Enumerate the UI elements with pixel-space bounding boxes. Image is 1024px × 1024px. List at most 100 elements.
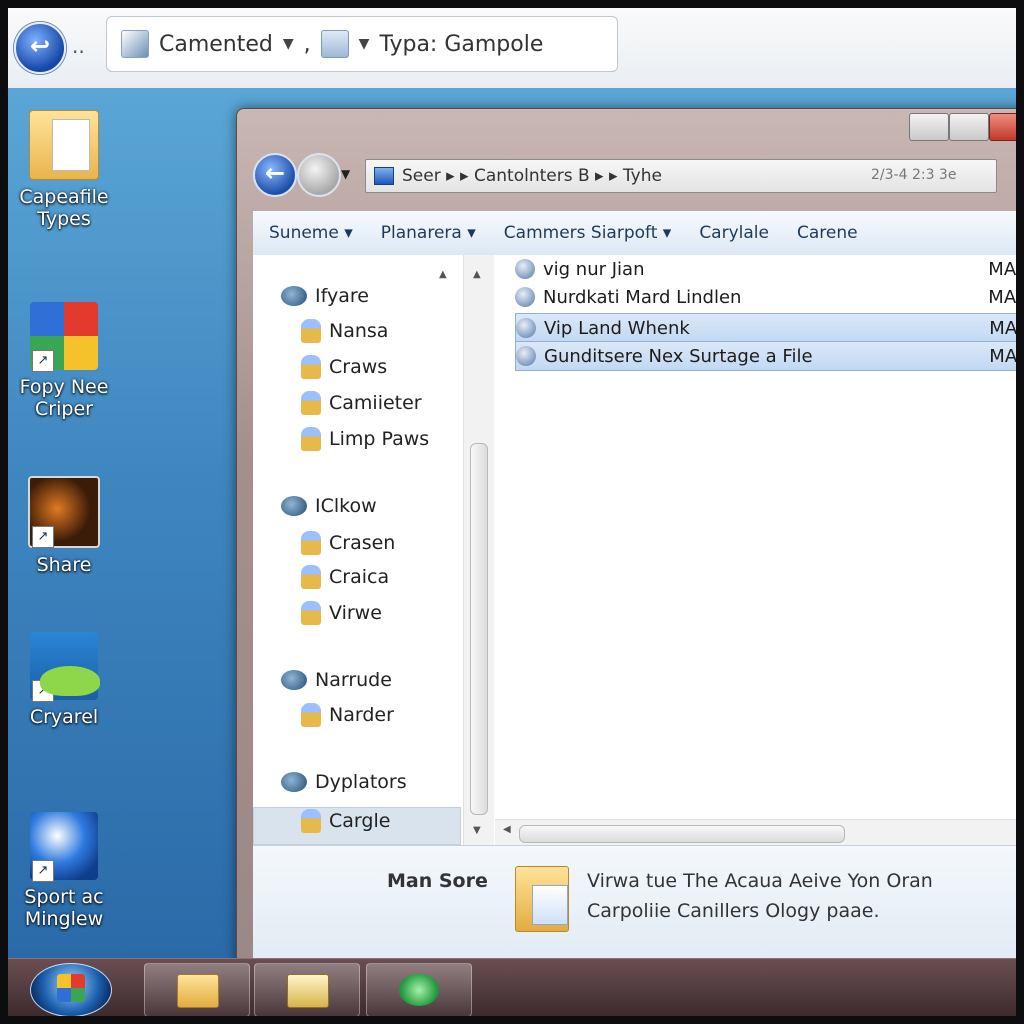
- document-icon[interactable]: [320, 30, 349, 58]
- toolbar-ellipsis[interactable]: ..: [72, 34, 85, 58]
- nav-item[interactable]: Limp Paws: [301, 427, 429, 451]
- type-filter-label[interactable]: Typa: Gampole: [379, 32, 543, 57]
- nav-group-label: IClkow: [315, 495, 377, 517]
- taskbar-folder-button[interactable]: [144, 963, 250, 1016]
- scroll-down-icon[interactable]: ▼: [473, 825, 481, 836]
- cmd-suneme[interactable]: Suneme ▾: [269, 223, 353, 243]
- cmd-planarera[interactable]: Planarera ▾: [381, 223, 476, 243]
- back-arrow-icon: ↩: [30, 32, 51, 60]
- file-icon: [515, 259, 535, 279]
- nav-group-narrude[interactable]: Narrude: [281, 669, 392, 691]
- nav-back-button[interactable]: ←: [253, 153, 297, 197]
- file-row-selected[interactable]: Vip Land Whenk MA.5: [515, 313, 1016, 343]
- file-list: vig nur Jian MA.0 Nurdkati Mard Lindlen …: [495, 255, 1016, 819]
- file-icon: [516, 318, 536, 338]
- paint-icon: ↗: [30, 302, 98, 372]
- group-icon: [281, 286, 307, 306]
- nav-item-selected[interactable]: Cargle: [301, 809, 390, 833]
- app-icon: [287, 974, 329, 1008]
- taskbar-app-button[interactable]: [254, 963, 360, 1016]
- details-title: Man Sore: [387, 870, 488, 892]
- nav-item[interactable]: Narder: [301, 703, 394, 727]
- nav-item-label: Craica: [329, 566, 390, 588]
- chevron-down-icon[interactable]: ▼: [359, 36, 370, 52]
- minimize-button[interactable]: [909, 113, 949, 141]
- nav-scrollbar[interactable]: ▲ ▼: [463, 255, 494, 845]
- start-button[interactable]: [30, 963, 112, 1016]
- nav-group-label: Dyplators: [315, 771, 407, 793]
- recent-pages-chevron-icon[interactable]: ▼: [341, 167, 350, 181]
- desktop-icon-capeafile[interactable]: Capeafile Types: [8, 110, 120, 230]
- address-extra-text: 2/3-4 2:3 3e: [871, 167, 957, 183]
- group-icon: [281, 670, 307, 690]
- back-button[interactable]: ↩: [14, 22, 66, 74]
- file-icon: [515, 287, 535, 307]
- folder-icon: [29, 110, 99, 180]
- desktop-icon-paint[interactable]: ↗ Fopy Nee Criper: [8, 302, 120, 420]
- top-toolbar: ↩ .. Camented ▼ , ▼ Typa: Gampole: [8, 8, 1016, 89]
- file-date: MA.0: [989, 345, 1016, 367]
- green-doc-icon: ↗: [30, 632, 100, 702]
- cmd-carylale[interactable]: Carylale: [699, 223, 769, 243]
- file-row[interactable]: Nurdkati Mard Lindlen MA.1: [515, 283, 1016, 311]
- nav-forward-button[interactable]: [297, 153, 341, 197]
- taskbar-network-button[interactable]: [366, 963, 472, 1016]
- desktop-icon-label: Capeafile Types: [19, 186, 109, 230]
- nav-item[interactable]: Crasen: [301, 531, 395, 555]
- shortcut-arrow-icon: ↗: [32, 860, 54, 882]
- desktop-icon-label: Sport ac Minglew: [24, 886, 104, 930]
- folder-icon: [177, 974, 219, 1008]
- nav-item[interactable]: Camiieter: [301, 391, 422, 415]
- desktop-icon-cryarel[interactable]: ↗ Cryarel: [8, 632, 120, 728]
- nav-group-iclkow[interactable]: IClkow: [281, 495, 377, 517]
- close-button[interactable]: [989, 113, 1016, 141]
- scroll-up-icon[interactable]: ▲: [473, 269, 481, 280]
- explorer-window: ← ▼ Seer ▸ ▸ Cantolnters B ▸ ▸ Tyhe 2/3-…: [236, 108, 1016, 970]
- shortcut-arrow-icon: ↗: [32, 350, 54, 372]
- navigation-pane: ▲ Ifyare Nansa Craws Camiieter Limp Paws…: [253, 255, 461, 845]
- nav-item-label: Virwe: [329, 602, 382, 624]
- nav-item[interactable]: Virwe: [301, 601, 382, 625]
- nav-item[interactable]: Craws: [301, 355, 387, 379]
- details-line: Virwa tue The Acaua Aeive Yon Oran: [587, 870, 933, 892]
- user-icon: [301, 809, 321, 833]
- globe-icon: [281, 772, 307, 792]
- file-name: Vip Land Whenk: [544, 317, 690, 339]
- group-icon: [281, 496, 307, 516]
- details-line: Carpoliie Canillers Ology paae.: [587, 900, 880, 922]
- user-icon: [301, 427, 321, 451]
- scrollbar-thumb[interactable]: [470, 443, 488, 815]
- chevron-down-icon[interactable]: ▼: [283, 36, 294, 52]
- user-icon: [301, 391, 321, 415]
- shortcut-arrow-icon: ↗: [32, 680, 54, 702]
- scroll-left-icon[interactable]: ◀: [503, 824, 511, 835]
- nav-item[interactable]: Nansa: [301, 319, 388, 343]
- scrollbar-thumb[interactable]: [519, 825, 845, 843]
- file-name: vig nur Jian: [543, 258, 645, 280]
- nav-item[interactable]: Craica: [301, 565, 389, 589]
- nav-group-dyplators[interactable]: Dyplators: [281, 771, 407, 793]
- nav-item-label: Camiieter: [329, 392, 422, 414]
- maximize-button[interactable]: [949, 113, 989, 141]
- file-date: MA.1: [988, 286, 1016, 308]
- desktop-icon-label: Share: [36, 554, 92, 576]
- desktop-icon-share[interactable]: ↗ Share: [8, 476, 120, 576]
- file-name: Nurdkati Mard Lindlen: [543, 286, 742, 308]
- camented-menu[interactable]: Camented: [159, 32, 273, 57]
- file-row-selected[interactable]: Gunditsere Nex Surtage a File MA.0: [515, 341, 1016, 371]
- nav-item-label: Nansa: [329, 320, 389, 342]
- cmd-carene[interactable]: Carene: [797, 223, 858, 243]
- nav-item-label: Cargle: [329, 810, 391, 832]
- desktop-icon-sport[interactable]: ↗ Sport ac Minglew: [8, 812, 120, 930]
- nav-scroll-up-icon[interactable]: ▲: [439, 269, 447, 280]
- user-icon: [301, 565, 321, 589]
- nav-item-label: Narder: [329, 704, 394, 726]
- cmd-cammers[interactable]: Cammers Siarpoft ▾: [504, 223, 672, 243]
- file-row[interactable]: vig nur Jian MA.0: [515, 255, 1016, 283]
- back-arrow-icon: ←: [265, 159, 286, 187]
- globe-icon: ↗: [30, 812, 98, 882]
- nav-group-ifyare[interactable]: Ifyare: [281, 285, 369, 307]
- folder-icon: [515, 866, 569, 932]
- command-group: Camented ▼ , ▼ Typa: Gampole: [106, 16, 618, 72]
- horizontal-scrollbar[interactable]: ◀: [495, 819, 1016, 846]
